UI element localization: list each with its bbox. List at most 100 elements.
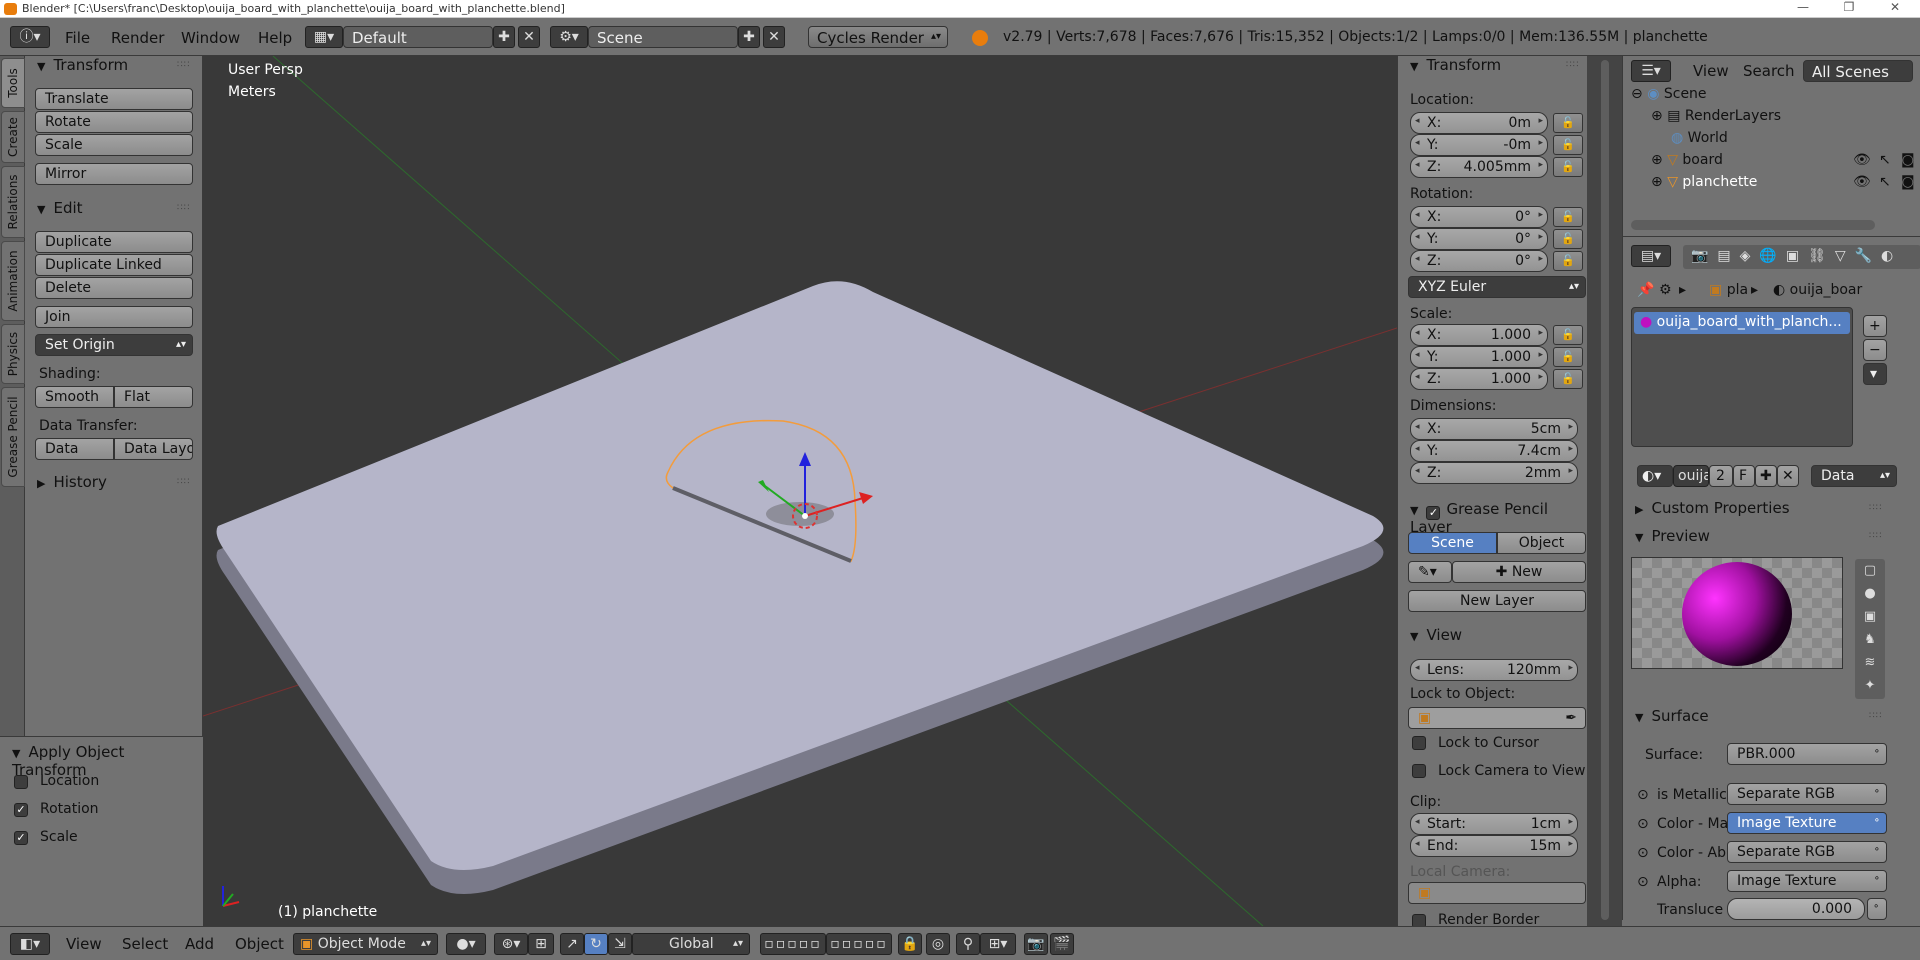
unlink-material-icon[interactable]: ✕ xyxy=(1777,465,1799,487)
location-checkbox[interactable] xyxy=(14,775,28,789)
add-scene-icon[interactable]: ✚ xyxy=(738,26,760,48)
restore-button[interactable]: ❐ xyxy=(1826,0,1872,18)
clip-start-field[interactable]: ◂ Start: 1cm ▸ xyxy=(1410,813,1578,835)
pin-icon[interactable]: 📌 xyxy=(1637,282,1654,298)
scale-z-field[interactable]: ◂ Z: 1.000 ▸ xyxy=(1410,368,1548,390)
menu-view[interactable]: View xyxy=(66,935,102,953)
menu-add[interactable]: Add xyxy=(185,935,214,953)
lock-icon[interactable]: 🔓 xyxy=(1553,135,1583,155)
display-mode-dropdown[interactable]: All Scenes xyxy=(1803,60,1913,82)
lens-field[interactable]: ◂ Lens: 120mm ▸ xyxy=(1410,659,1578,681)
n-transform-header[interactable]: ▼ Transform xyxy=(1410,56,1501,74)
interaction-mode-dropdown[interactable]: ▣ Object Mode ▴▾ xyxy=(293,933,438,955)
pivot-point-icon[interactable]: ⊛▾ xyxy=(494,933,528,955)
new-material-icon[interactable]: ✚ xyxy=(1755,465,1777,487)
menu-object[interactable]: Object xyxy=(235,935,284,953)
drag-grip-icon[interactable]: ∷∷ xyxy=(177,60,190,70)
proportional-edit-icon[interactable]: ◎ xyxy=(926,933,950,955)
drag-grip-icon[interactable]: ∷∷ xyxy=(1869,503,1882,513)
drag-grip-icon[interactable]: ∷∷ xyxy=(1566,60,1579,70)
tab-animation[interactable]: Animation xyxy=(1,241,25,321)
editor-type-3d-view-icon[interactable]: ◧▾ xyxy=(10,933,50,955)
preview-header[interactable]: ▼ Preview xyxy=(1635,527,1710,545)
outliner-item-scene[interactable]: ⊖ ◉ Scene xyxy=(1631,86,1707,102)
dimension-x-field[interactable]: ◂ X: 5cm ▸ xyxy=(1410,418,1578,440)
lock-icon[interactable]: 🔓 xyxy=(1553,369,1583,389)
outliner-scrollbar[interactable] xyxy=(1631,220,1875,230)
slot-specials-button[interactable]: ▾ xyxy=(1863,363,1887,385)
location-y-field[interactable]: ◂ Y: -0m ▸ xyxy=(1410,134,1548,156)
location-x-field[interactable]: ◂ X: 0m ▸ xyxy=(1410,112,1548,134)
set-origin-dropdown[interactable]: Set Origin ▴▾ xyxy=(35,334,193,356)
input-alpha-dropdown[interactable]: Image Texture ∘ xyxy=(1727,870,1887,892)
material-name-field[interactable]: ouija xyxy=(1673,465,1709,487)
duplicate-linked-button[interactable]: Duplicate Linked xyxy=(35,254,193,276)
screen-layout-icon[interactable]: ▦▾ xyxy=(305,26,343,48)
manipulator-scale-icon[interactable]: ⇲ xyxy=(608,933,632,955)
custom-properties-header[interactable]: ▶ Custom Properties xyxy=(1635,499,1790,517)
outliner-editor-icon[interactable]: ☰▾ xyxy=(1631,60,1671,82)
scene-icon[interactable]: ⚙▾ xyxy=(550,26,588,48)
render-camera-icon[interactable]: ◙ xyxy=(1901,174,1915,190)
grease-pencil-checkbox[interactable]: ✓ xyxy=(1426,506,1441,520)
render-animation-icon[interactable]: 🎬 xyxy=(1050,933,1074,955)
mirror-button[interactable]: Mirror xyxy=(35,163,193,185)
surface-panel-header[interactable]: ▼ Surface xyxy=(1635,707,1709,725)
ouija-board[interactable] xyxy=(216,281,1384,894)
menu-help[interactable]: Help xyxy=(258,29,292,47)
tab-create[interactable]: Create xyxy=(1,111,25,163)
tab-physics[interactable]: Physics xyxy=(1,324,25,384)
clip-end-field[interactable]: ◂ End: 15m ▸ xyxy=(1410,835,1578,857)
lock-icon[interactable]: 🔓 xyxy=(1553,347,1583,367)
gp-object-toggle[interactable]: Object xyxy=(1497,532,1586,554)
manipulator-translate-icon[interactable]: ↗ xyxy=(560,933,584,955)
menu-window[interactable]: Window xyxy=(181,29,240,47)
input-metallic-dropdown[interactable]: Separate RGB ∘ xyxy=(1727,783,1887,805)
drag-grip-icon[interactable]: ∷∷ xyxy=(1869,711,1882,721)
new-layer-button[interactable]: New Layer xyxy=(1408,590,1586,612)
remove-screen-icon[interactable]: ✕ xyxy=(518,26,540,48)
render-engine-dropdown[interactable]: Cycles Render ▴▾ xyxy=(808,26,948,48)
gp-scene-toggle[interactable]: Scene xyxy=(1408,532,1497,554)
lock-to-cursor-checkbox[interactable] xyxy=(1412,736,1426,750)
visibility-eye-icon[interactable]: 👁 xyxy=(1853,174,1871,190)
scale-button[interactable]: Scale xyxy=(35,134,193,156)
outliner-item-renderlayers[interactable]: ⊕ ▤ RenderLayers xyxy=(1651,108,1781,124)
3d-viewport[interactable]: User Persp Meters (1) planchette xyxy=(203,56,1397,926)
remove-slot-button[interactable]: − xyxy=(1863,339,1887,361)
breadcrumb-object[interactable]: ▣ pla xyxy=(1709,282,1748,298)
lock-icon[interactable]: 🔓 xyxy=(1553,229,1583,249)
outliner-item-world[interactable]: ◍ World xyxy=(1671,130,1728,146)
properties-shelf-scrollbar[interactable] xyxy=(1601,60,1609,920)
link-dropdown[interactable]: Data ▴▾ xyxy=(1811,465,1897,487)
menu-file[interactable]: File xyxy=(65,29,90,47)
data-button[interactable]: Data xyxy=(35,438,114,460)
snap-element-icon[interactable]: ⊞▾ xyxy=(980,933,1016,955)
preview-shape-selector[interactable]: ▢ ● ▣ ♞ ≋ ✦ xyxy=(1855,559,1885,699)
layers-grid-1[interactable]: ▫▫▫▫▫ xyxy=(760,933,826,955)
dimension-y-field[interactable]: ◂ Y: 7.4cm ▸ xyxy=(1410,440,1578,462)
smooth-button[interactable]: Smooth xyxy=(35,386,114,408)
transform-panel-header[interactable]: ▼ Transform xyxy=(37,56,128,74)
render-camera-icon[interactable]: ◙ xyxy=(1901,152,1915,168)
edit-panel-header[interactable]: ▼ Edit xyxy=(37,199,83,217)
outliner-item-planchette[interactable]: ⊕ ▽ planchette xyxy=(1651,174,1757,190)
menu-render[interactable]: Render xyxy=(111,29,164,47)
input-color-ma-dropdown[interactable]: Image Texture ∘ xyxy=(1727,812,1887,834)
lock-icon[interactable]: 🔓 xyxy=(1553,113,1583,133)
material-browse-icon[interactable]: ◐▾ xyxy=(1637,465,1673,487)
translate-button[interactable]: Translate xyxy=(35,88,193,110)
lock-icon[interactable]: 🔓 xyxy=(1553,325,1583,345)
close-window-button[interactable]: ✕ xyxy=(1872,0,1918,18)
transform-orientation-dropdown[interactable]: Global ▴▾ xyxy=(632,933,750,955)
rotation-checkbox[interactable]: ✓ xyxy=(14,803,28,817)
lock-layers-icon[interactable]: 🔒 xyxy=(898,933,922,955)
properties-context-tabs[interactable]: 📷▤◈🌐▣⛓▽🔧◐ xyxy=(1683,245,1920,269)
location-z-field[interactable]: ◂ Z: 4.005mm ▸ xyxy=(1410,156,1548,178)
selectable-cursor-icon[interactable]: ↖ xyxy=(1879,174,1891,190)
tab-relations[interactable]: Relations xyxy=(1,166,25,238)
outliner-item-board[interactable]: ⊕ ▽ board xyxy=(1651,152,1723,168)
rotation-z-field[interactable]: ◂ Z: 0° ▸ xyxy=(1410,250,1548,272)
socket-link-icon[interactable]: ⊙ xyxy=(1637,787,1649,803)
scale-checkbox[interactable]: ✓ xyxy=(14,831,28,845)
